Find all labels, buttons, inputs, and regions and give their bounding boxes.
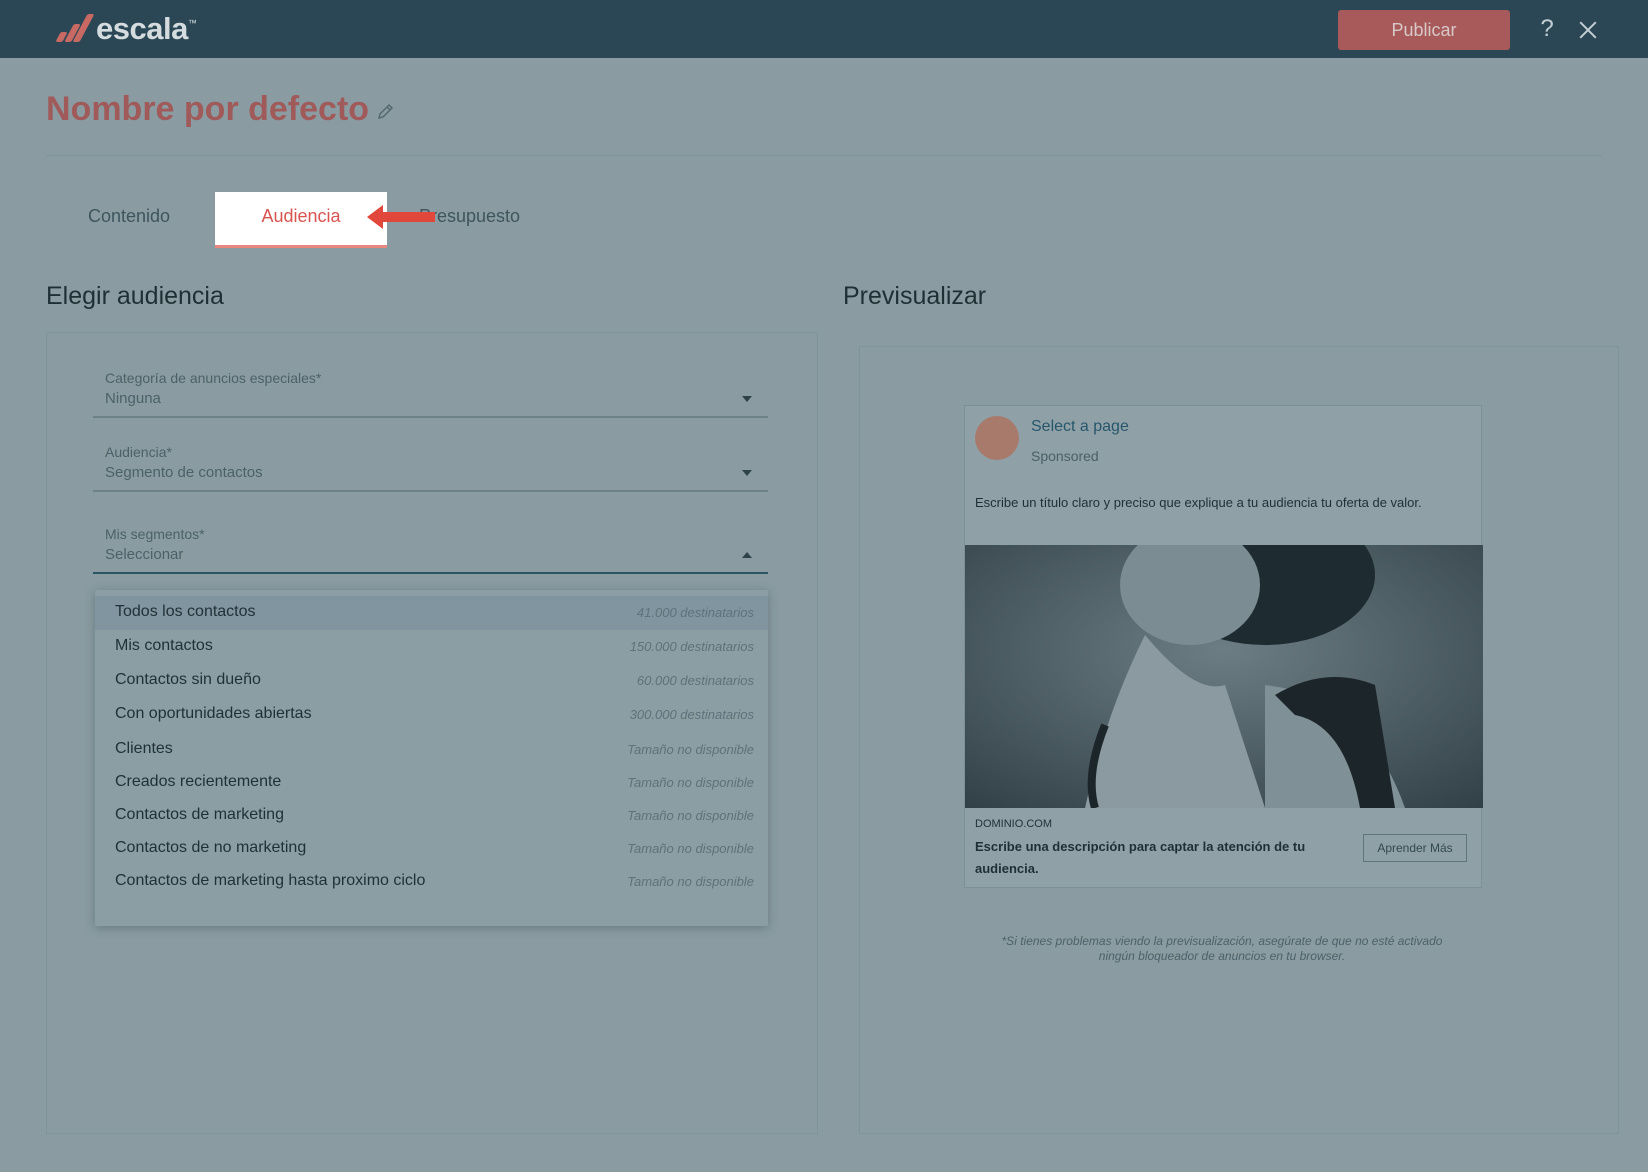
- tab-contenido[interactable]: Contenido: [88, 192, 170, 248]
- ad-description: Escribe una descripción para captar la a…: [975, 839, 1306, 876]
- logo-trademark: ™: [187, 18, 197, 28]
- segment-name: Contactos sin dueño: [115, 671, 261, 688]
- list-item[interactable]: Contactos sin dueño 60.000 destinatarios: [95, 664, 768, 698]
- publish-button[interactable]: Publicar: [1338, 10, 1510, 50]
- segment-name: Mis contactos: [115, 637, 213, 654]
- ad-page-name[interactable]: Select a page: [1031, 418, 1129, 436]
- field-label: Audiencia*: [105, 444, 172, 460]
- preview-title: Previsualizar: [843, 282, 987, 310]
- ad-image: [965, 545, 1483, 808]
- list-item[interactable]: Clientes Tamaño no disponible: [95, 733, 768, 767]
- list-item[interactable]: Contactos de no marketing Tamaño no disp…: [95, 832, 768, 866]
- segment-name: Creados recientemente: [115, 773, 282, 790]
- list-item[interactable]: Mis contactos 150.000 destinatarios: [95, 630, 768, 664]
- list-item[interactable]: Contactos de marketing hasta proximo cic…: [95, 865, 768, 899]
- segment-count: Tamaño no disponible: [627, 841, 754, 856]
- list-item[interactable]: Con oportunidades abiertas 300.000 desti…: [95, 698, 768, 732]
- special-ad-category-select[interactable]: Categoría de anuncios especiales* Ningun…: [93, 366, 768, 418]
- segment-name: Contactos de marketing hasta proximo cic…: [115, 872, 426, 889]
- title-divider: [46, 155, 1602, 156]
- field-value: Ninguna: [105, 390, 161, 407]
- page-title: Nombre por defecto: [46, 90, 370, 128]
- segment-count: Tamaño no disponible: [627, 874, 754, 889]
- ad-sponsored-label: Sponsored: [1031, 448, 1099, 464]
- list-item[interactable]: Contactos de marketing Tamaño no disponi…: [95, 799, 768, 833]
- segment-count: 300.000 destinatarios: [629, 707, 754, 722]
- learn-more-button[interactable]: Aprender Más: [1363, 834, 1467, 862]
- audience-select[interactable]: Audiencia* Segmento de contactos: [93, 440, 768, 492]
- list-item[interactable]: Todos los contactos 41.000 destinatarios: [95, 596, 768, 630]
- pencil-icon[interactable]: [376, 102, 394, 122]
- segment-count: Tamaño no disponible: [627, 808, 754, 823]
- segments-dropdown: Todos los contactos 41.000 destinatarios…: [95, 590, 768, 926]
- segment-name: Todos los contactos: [115, 603, 256, 620]
- ad-domain: DOMINIO.COM: [975, 818, 1052, 830]
- escala-logo-icon: [52, 14, 95, 44]
- segment-name: Clientes: [115, 740, 173, 757]
- preview-note: *Si tienes problemas viendo la previsual…: [1001, 934, 1443, 963]
- top-bar: escala ™ Publicar ?: [0, 0, 1648, 58]
- arrow-left-icon: [367, 203, 437, 231]
- choose-audience-title: Elegir audiencia: [46, 282, 224, 310]
- field-value: Seleccionar: [105, 546, 184, 563]
- tab-audiencia[interactable]: Audiencia: [215, 192, 387, 248]
- caret-down-icon: [742, 396, 752, 402]
- ad-preview-card: Select a page Sponsored Escribe un títul…: [964, 405, 1483, 888]
- segment-count: 150.000 destinatarios: [629, 639, 754, 654]
- caret-down-icon: [742, 470, 752, 476]
- field-label: Mis segmentos*: [105, 526, 205, 542]
- ad-headline: Escribe un título claro y preciso que ex…: [975, 495, 1422, 510]
- escala-logo: escala ™: [52, 10, 197, 48]
- avatar: [975, 416, 1019, 460]
- question-icon[interactable]: ?: [1536, 14, 1558, 44]
- field-value: Segmento de contactos: [105, 464, 263, 481]
- segment-count: Tamaño no disponible: [627, 775, 754, 790]
- segment-name: Con oportunidades abiertas: [115, 705, 312, 722]
- segments-select[interactable]: Mis segmentos* Seleccionar: [93, 522, 768, 574]
- segment-name: Contactos de marketing: [115, 806, 284, 823]
- field-label: Categoría de anuncios especiales*: [105, 370, 322, 386]
- close-icon[interactable]: [1576, 18, 1600, 42]
- segment-count: 60.000 destinatarios: [636, 673, 754, 688]
- list-item[interactable]: Creados recientemente Tamaño no disponib…: [95, 766, 768, 800]
- segment-count: Tamaño no disponible: [627, 742, 754, 757]
- caret-up-icon: [742, 552, 752, 558]
- segment-name: Contactos de no marketing: [115, 839, 307, 856]
- logo-text: escala: [96, 11, 188, 46]
- segment-count: 41.000 destinatarios: [636, 605, 754, 620]
